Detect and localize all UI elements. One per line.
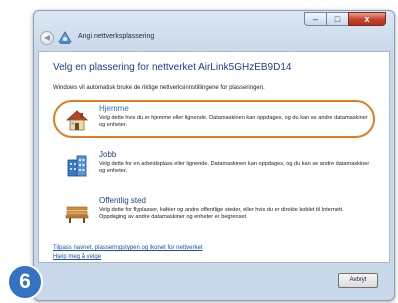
option-work-title: Jobb [99,150,117,159]
option-public-description: Velg dette for flyplasser, kaféer og and… [99,207,344,220]
minimize-button[interactable]: – [304,12,326,26]
option-public-title: Offentlig sted [99,196,146,205]
window-controls: – □ x [304,12,386,26]
cancel-button[interactable]: Avbryt [338,273,378,288]
office-building-icon [67,155,87,177]
park-bench-icon [65,206,89,223]
customize-network-link[interactable]: Tilpass navnet, plasseringstypen og ikon… [53,245,203,251]
back-button[interactable]: ◀ [40,31,54,45]
network-location-window: – □ x ◀ Angi nettverksplassering Velg en… [33,10,395,301]
intro-text: Windows vil automatisk bruke de riktige … [53,85,265,91]
option-home[interactable]: Hjemme Velg dette hvis du er hjemme elle… [53,100,375,142]
house-icon [65,110,89,131]
option-home-description: Velg dette hvis du er hjemme eller ligne… [99,115,368,128]
network-wizard-icon [58,31,72,44]
wizard-content: Velg en plassering for nettverket AirLin… [38,51,390,263]
help-choose-link[interactable]: Hjelp meg å velge [53,254,101,260]
maximize-button[interactable]: □ [326,12,348,26]
option-home-title: Hjemme [99,104,129,113]
wizard-footer: Avbryt [38,263,390,300]
title-bar: – □ x ◀ Angi nettverksplassering [34,11,394,51]
close-button[interactable]: x [348,12,386,26]
step-number-badge: 6 [7,264,43,300]
wizard-title: Angi nettverksplassering [78,33,155,40]
option-work[interactable]: Jobb Velg dette for en arbeidsplass elle… [57,148,375,188]
option-public[interactable]: Offentlig sted Velg dette for flyplasser… [57,194,375,234]
page-title: Velg en plassering for nettverket AirLin… [53,62,292,73]
option-work-description: Velg dette for en arbeidsplass eller lig… [99,161,370,174]
